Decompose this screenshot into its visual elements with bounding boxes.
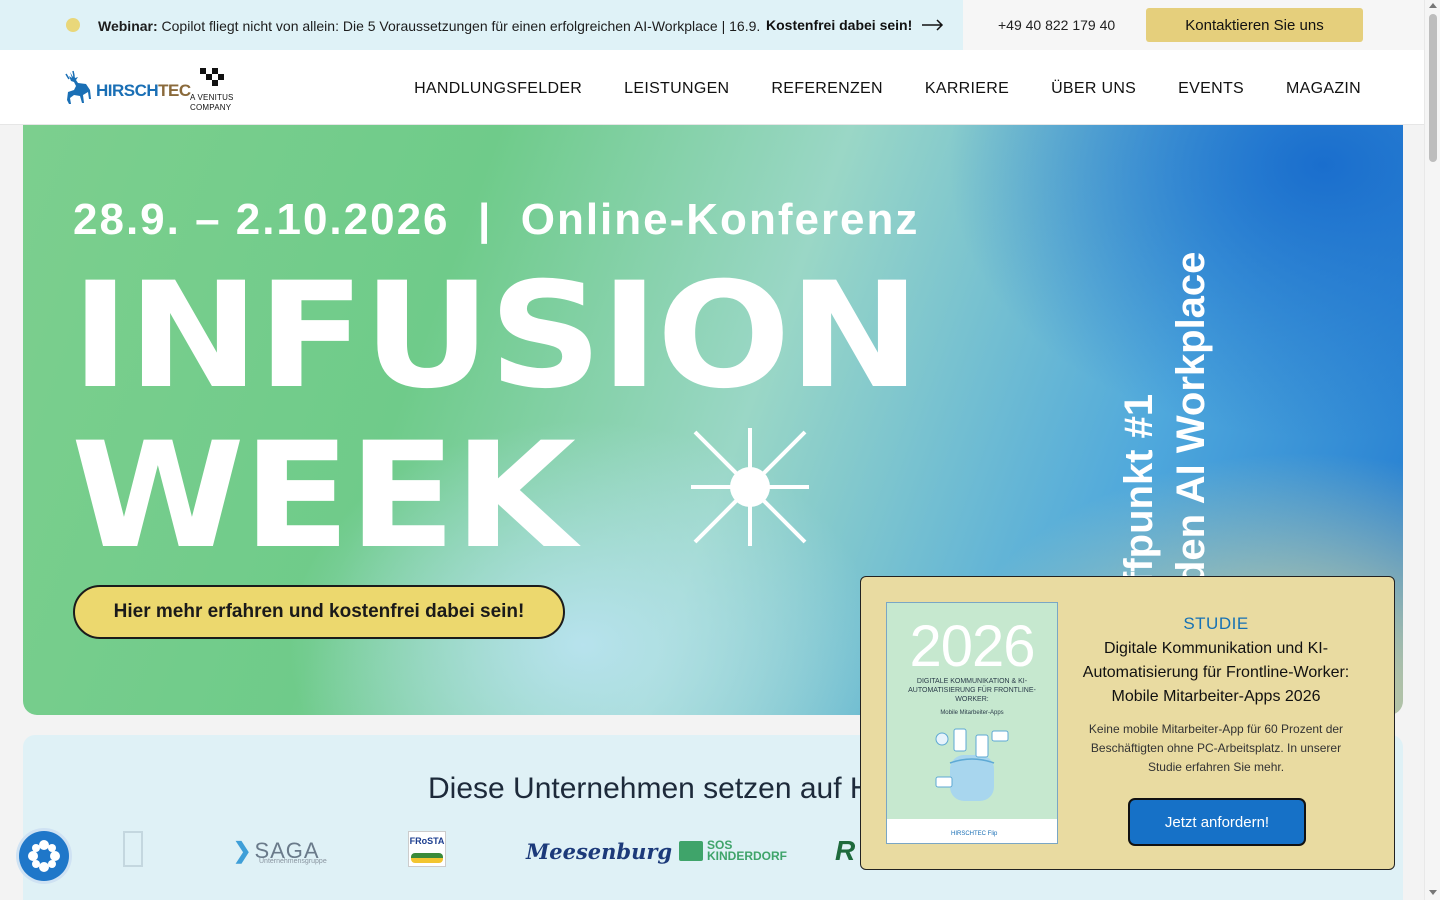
hero-vertical-text: ffpunkt #1 den AI Workplace	[1113, 252, 1217, 585]
scroll-thumb[interactable]	[1429, 14, 1437, 162]
deer-logo-icon	[65, 70, 91, 104]
nav-item-referenzen[interactable]: REFERENZEN	[771, 80, 882, 98]
meesenburg-logo: Meesenburg	[526, 838, 673, 864]
popup-title: Digitale Kommunikation und KI-Automatisi…	[1082, 640, 1350, 705]
webinar-banner[interactable]: Webinar: Copilot fliegt nicht von allein…	[0, 0, 963, 50]
cover-footer-logos: HIRSCHTEC Flip	[951, 831, 998, 837]
saga-logo: ❯ SAGA	[233, 838, 320, 863]
sos-kinderdorf-logo: SOS KINDERDORF	[679, 831, 787, 871]
venitus-logo: A VENITUS COMPANY	[190, 68, 238, 113]
main-navigation: HIRSCHTEC A VENITUS COMPANY HANDLUNGSFEL…	[0, 50, 1424, 125]
contact-button[interactable]: Kontaktieren Sie uns	[1146, 8, 1363, 42]
scroll-up-icon[interactable]	[1429, 3, 1437, 8]
vertical-line1: ffpunkt #1	[1117, 393, 1161, 585]
top-bar: Webinar: Copilot fliegt nicht von allein…	[0, 0, 1424, 50]
venitus-line1: A VENITUS	[190, 93, 234, 102]
scroll-down-icon[interactable]	[1429, 890, 1437, 895]
r-logo: R	[835, 835, 856, 866]
checker-logo-icon	[200, 68, 224, 86]
study-cover-image: 2026 DIGITALE KOMMUNIKATION & KI-AUTOMAT…	[886, 602, 1058, 844]
frosta-logo: FRoSTA	[408, 831, 446, 867]
cover-year: 2026	[909, 614, 1035, 679]
cover-title: DIGITALE KOMMUNIKATION & KI-AUTOMATISIER…	[908, 678, 1036, 703]
webinar-text: Webinar: Copilot fliegt nicht von allein…	[98, 18, 761, 34]
logo-wordmark: HIRSCHTEC	[96, 81, 191, 100]
nav-item-events[interactable]: EVENTS	[1178, 80, 1244, 98]
accessibility-widget-icon	[28, 840, 60, 872]
nav-item-handlungsfelder[interactable]: HANDLUNGSFELDER	[414, 80, 582, 98]
nav-item-magazin[interactable]: MAGAZIN	[1286, 80, 1361, 98]
vertical-scrollbar[interactable]	[1424, 0, 1440, 900]
saga-subtitle: Unternehmensgruppe	[259, 858, 327, 865]
customers-title: Diese Unternehmen setzen auf H	[428, 772, 872, 805]
page: Webinar: Copilot fliegt nicht von allein…	[0, 0, 1440, 900]
vertical-line2: den AI Workplace	[1169, 251, 1213, 585]
nav-menu: HANDLUNGSFELDER LEISTUNGEN REFERENZEN KA…	[414, 80, 1361, 98]
nav-item-ueber-uns[interactable]: ÜBER UNS	[1051, 80, 1136, 98]
webinar-cta-link[interactable]: Kostenfrei dabei sein!	[766, 17, 944, 33]
sparkle-star-icon	[691, 428, 809, 546]
study-popup: 2026 DIGITALE KOMMUNIKATION & KI-AUTOMAT…	[860, 576, 1395, 870]
webinar-cta-label: Kostenfrei dabei sein!	[766, 17, 913, 33]
popup-body: Keine mobile Mitarbeiter-App für 60 Proz…	[1088, 722, 1344, 774]
nav-item-leistungen[interactable]: LEISTUNGEN	[624, 80, 729, 98]
phone-link[interactable]: +49 40 822 179 40	[998, 17, 1115, 33]
faded-logo	[123, 831, 143, 867]
status-dot-icon	[66, 18, 80, 32]
phone-illustration-icon	[935, 728, 1009, 801]
accessibility-widget-button[interactable]	[19, 831, 69, 881]
arrow-right-icon	[922, 19, 944, 31]
hero-cta-button[interactable]: Hier mehr erfahren und kostenfrei dabei …	[73, 585, 565, 639]
hero-title-line2: WEEK	[71, 411, 576, 581]
popup-kicker: STUDIE	[1183, 614, 1249, 633]
hero-date-line: 28.9. – 2.10.2026 | Online-Konferenz	[73, 195, 920, 244]
nav-item-karriere[interactable]: KARRIERE	[925, 80, 1009, 98]
hirschtec-logo[interactable]: HIRSCHTEC	[64, 70, 191, 106]
sos-icon	[679, 841, 703, 861]
cover-subtitle: Mobile Mitarbeiter-Apps	[940, 710, 1004, 716]
venitus-line2: COMPANY	[190, 103, 232, 112]
request-study-button[interactable]: Jetzt anfordern!	[1128, 798, 1306, 846]
hero-title-line1: INFUSION	[71, 251, 921, 421]
